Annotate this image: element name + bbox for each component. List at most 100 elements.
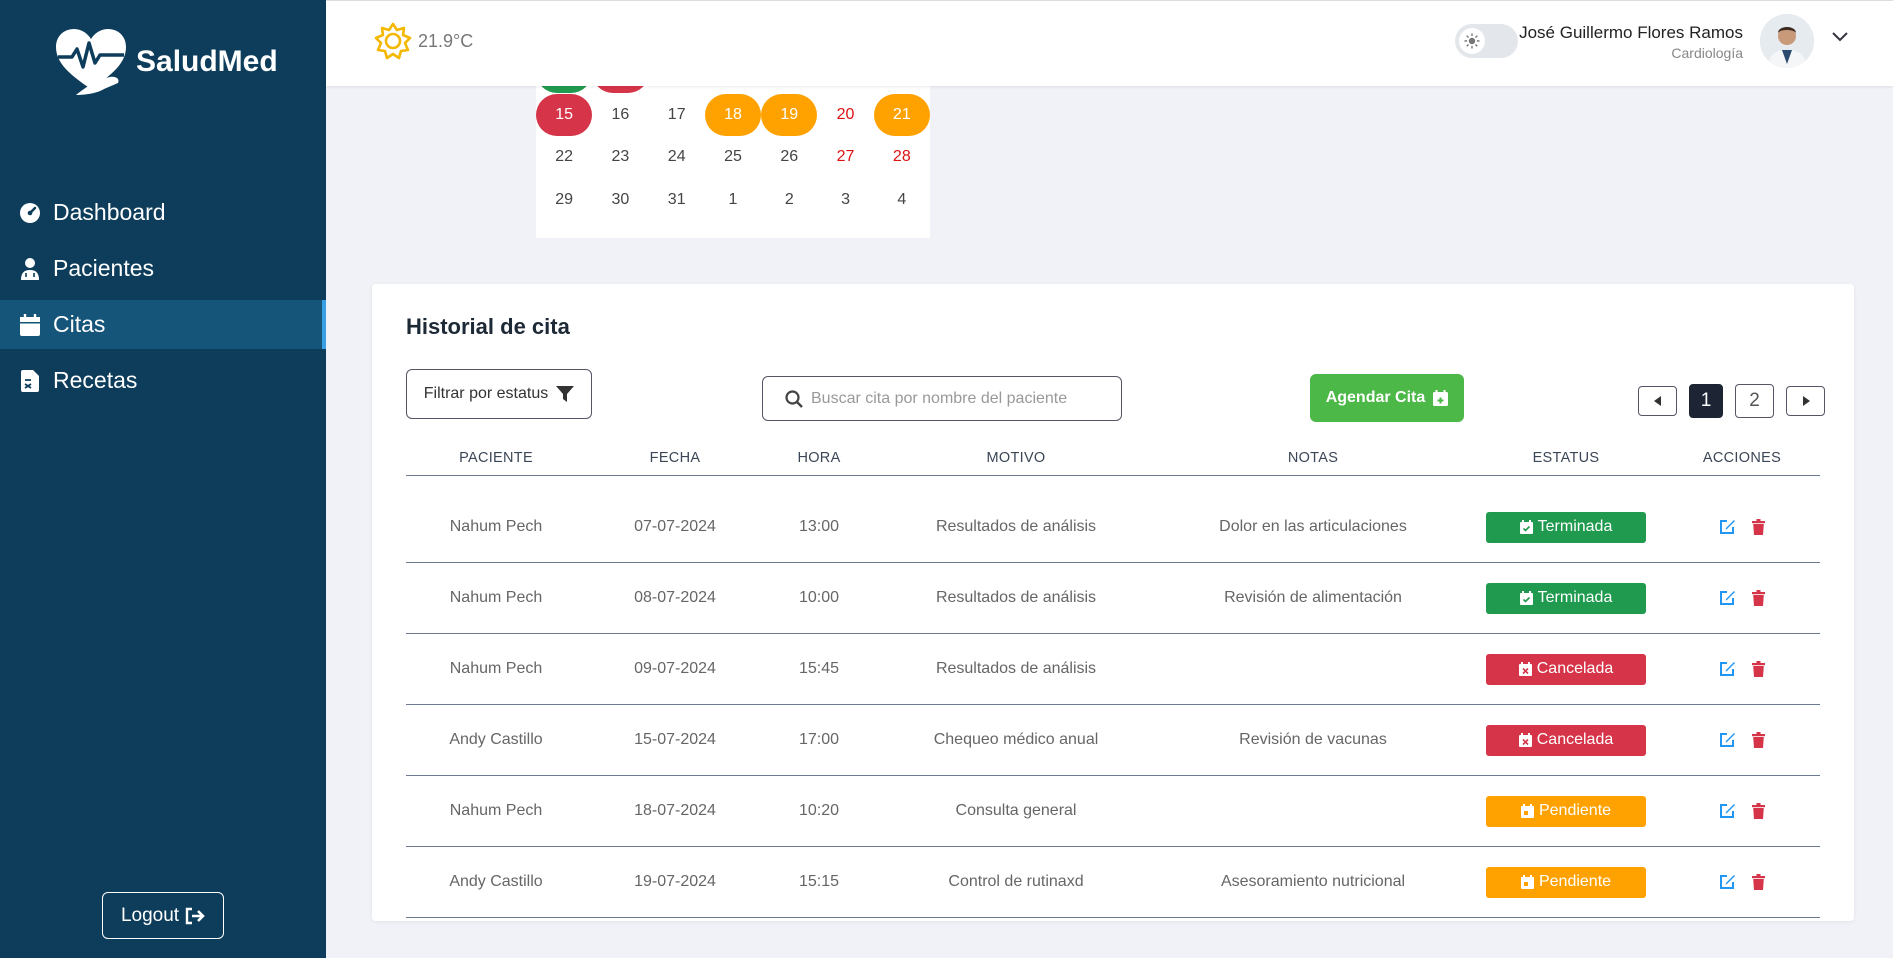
edit-button[interactable]: [1719, 590, 1736, 606]
cell-paciente: Nahum Pech: [449, 589, 543, 606]
calendar-day[interactable]: 26: [761, 136, 817, 178]
sun-icon: [374, 22, 412, 60]
cell-acciones: [1664, 590, 1820, 606]
cell-notas: Dolor en las articulaciones: [1219, 518, 1407, 535]
calendar-day[interactable]: 22: [536, 136, 592, 178]
delete-button[interactable]: [1752, 661, 1765, 677]
calendar-day[interactable]: 1: [705, 179, 761, 221]
calendar-day[interactable]: 25: [705, 136, 761, 178]
brand-logo[interactable]: SaludMed: [52, 27, 278, 97]
edit-button[interactable]: [1719, 874, 1736, 890]
edit-icon: [1720, 875, 1735, 889]
trash-icon: [1752, 803, 1765, 819]
cell-estatus: Cancelada: [1468, 653, 1664, 685]
column-header: MOTIVO: [986, 450, 1046, 466]
calendar-day[interactable]: 21: [873, 93, 930, 136]
sidebar: SaludMed Dashboard Pacientes Citas Recet…: [0, 0, 326, 958]
calendar-day[interactable]: 19: [761, 93, 818, 136]
cell-hora: 10:00: [798, 589, 840, 606]
calendar-week-row: 29 30 31 1 2 3 4: [536, 179, 930, 222]
search-box: [762, 376, 1122, 421]
delete-button[interactable]: [1752, 732, 1765, 748]
calendar-day[interactable]: 24: [649, 136, 705, 178]
delete-button[interactable]: [1752, 803, 1765, 819]
cell-motivo: Consulta general: [955, 802, 1077, 819]
filter-status-button[interactable]: Filtrar por estatus: [406, 369, 592, 419]
table-row: Nahum Pech 08-07-2024 10:00 Resultados de a…: [406, 563, 1820, 634]
cell-notas: Revisión de vacunas: [1239, 731, 1387, 748]
cell-acciones: [1664, 732, 1820, 748]
calendar-day[interactable]: 29: [536, 179, 592, 221]
cell-hora: 13:00: [798, 518, 840, 535]
sidebar-item-citas[interactable]: Citas: [0, 300, 326, 349]
status-badge: Pendiente: [1486, 795, 1646, 827]
add-appointment-label: Agendar Cita: [1325, 389, 1426, 406]
sidebar-item-dashboard[interactable]: Dashboard: [0, 188, 326, 237]
delete-button[interactable]: [1752, 519, 1765, 535]
cell-motivo: Control de rutinaxd: [948, 873, 1084, 890]
sidebar-item-pacientes[interactable]: Pacientes: [0, 244, 326, 293]
avatar[interactable]: [1760, 14, 1814, 68]
calendar-plus-icon: [1433, 390, 1449, 406]
next-page-button[interactable]: [1786, 386, 1825, 416]
cell-estatus: Terminada: [1468, 511, 1664, 543]
calendar-check-icon: [1519, 520, 1533, 534]
calendar-day[interactable]: 28: [874, 136, 930, 178]
page-button-1[interactable]: 1: [1689, 384, 1723, 418]
table-row: Andy Castillo 19-07-2024 15:15 Control de r…: [406, 847, 1820, 918]
calendar-day[interactable]: 17: [649, 94, 705, 136]
column-header: NOTAS: [1287, 450, 1339, 466]
page-button-2[interactable]: 2: [1735, 384, 1774, 418]
edit-icon: [1720, 804, 1735, 818]
calendar-day[interactable]: 20: [817, 94, 873, 136]
status-label: Terminada: [1537, 589, 1613, 606]
calendar-day[interactable]: 15: [536, 93, 593, 136]
calendar-week-row: 22 23 24 25 26 27 28: [536, 136, 930, 179]
search-input[interactable]: [811, 389, 1111, 408]
weather-widget: 21.9°C: [374, 22, 473, 60]
edit-button[interactable]: [1719, 519, 1736, 535]
delete-button[interactable]: [1752, 874, 1765, 890]
calendar-day[interactable]: 4: [874, 179, 930, 221]
status-label: Terminada: [1537, 518, 1613, 535]
calendar-day[interactable]: 31: [649, 179, 705, 221]
history-card: Historial de cita Filtrar por estatus Ag…: [372, 284, 1854, 921]
cell-fecha: 19-07-2024: [634, 873, 716, 890]
edit-button[interactable]: [1719, 732, 1736, 748]
sidebar-item-label: Pacientes: [53, 255, 155, 281]
calendar-day[interactable]: 27: [817, 136, 873, 178]
sidebar-item-recetas[interactable]: Recetas: [0, 356, 326, 405]
delete-button[interactable]: [1752, 590, 1765, 606]
logout-button[interactable]: Logout: [102, 892, 224, 939]
column-header: ACCIONES: [1702, 450, 1782, 466]
calendar-day[interactable]: 2: [761, 179, 817, 221]
status-badge: Pendiente: [1486, 866, 1646, 898]
user-doctor-icon: [17, 256, 43, 282]
calendar-day[interactable]: 3: [817, 179, 873, 221]
cell-paciente: Nahum Pech: [449, 802, 543, 819]
theme-toggle[interactable]: [1455, 24, 1518, 58]
sun-small-icon: [1464, 33, 1480, 49]
table-row: Nahum Pech 18-07-2024 10:20 Consulta genera…: [406, 776, 1820, 847]
calendar-day[interactable]: 30: [592, 179, 648, 221]
table-header: PACIENTE FECHA HORA MOTIVO NOTAS ESTATUS…: [406, 450, 1820, 476]
calendar-day[interactable]: 16: [592, 94, 648, 136]
pagination: 1 2: [1638, 384, 1825, 418]
status-badge: Terminada: [1486, 511, 1646, 543]
cell-notas: Revisión de alimentación: [1224, 589, 1402, 606]
table-row: Nahum Pech 09-07-2024 15:45 Resultados de a…: [406, 634, 1820, 705]
calendar-day[interactable]: 23: [592, 136, 648, 178]
prev-page-button[interactable]: [1638, 386, 1677, 416]
sidebar-item-label: Dashboard: [53, 199, 166, 225]
cell-estatus: Pendiente: [1468, 866, 1664, 898]
add-appointment-button[interactable]: Agendar Cita: [1310, 374, 1464, 422]
cell-paciente: Nahum Pech: [449, 518, 543, 535]
chevron-down-icon[interactable]: [1831, 31, 1849, 43]
filter-funnel-icon: [556, 386, 575, 402]
edit-button[interactable]: [1719, 661, 1736, 677]
edit-button[interactable]: [1719, 803, 1736, 819]
logout-label: Logout: [120, 904, 180, 926]
sidebar-item-label: Recetas: [53, 367, 138, 393]
cell-paciente: Nahum Pech: [449, 660, 543, 677]
calendar-day[interactable]: 18: [704, 93, 762, 136]
